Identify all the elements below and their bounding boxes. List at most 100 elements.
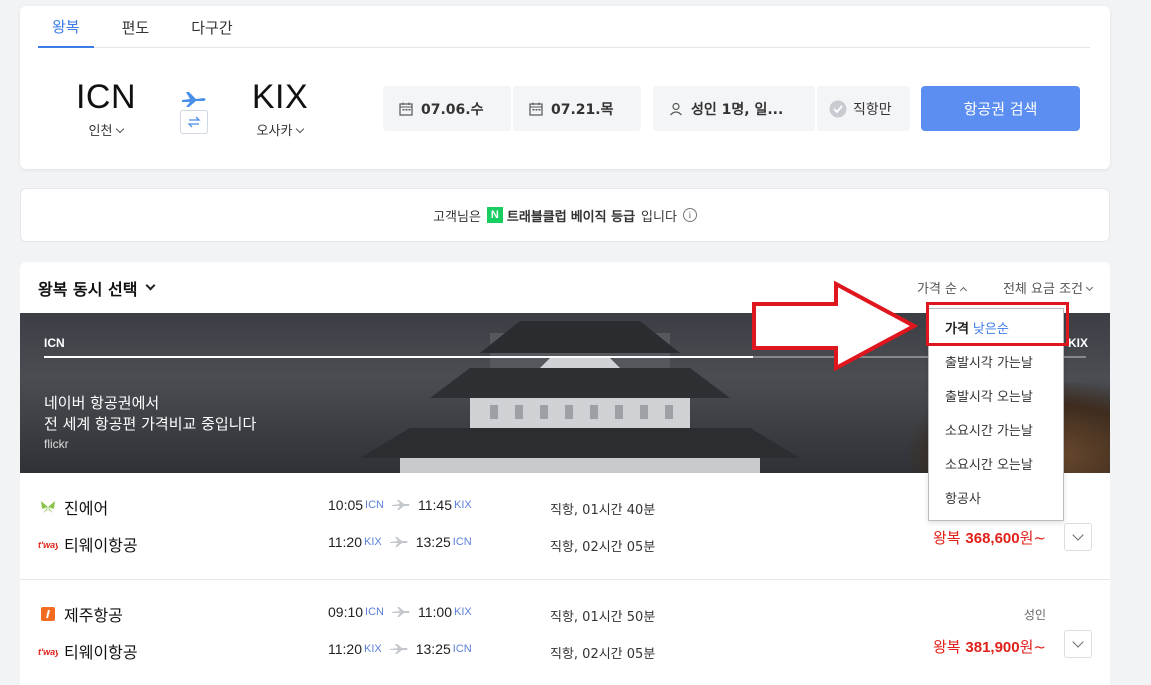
tway-logo: t'way bbox=[38, 644, 58, 658]
flight-result-row[interactable]: 제주항공 09:10 ICN 11:00 KIX 직항, 01시간 50분 t'wa… bbox=[20, 580, 1110, 685]
jinair-logo bbox=[38, 500, 58, 514]
airline: 진에어 bbox=[38, 495, 108, 519]
origin-city: 인천 bbox=[88, 124, 113, 139]
flight-times: 11:20 KIX 13:25 ICN bbox=[328, 641, 472, 657]
annotation-highlight-box bbox=[926, 302, 1069, 346]
price-amount: 381,900 bbox=[965, 639, 1020, 656]
progress-origin: ICN bbox=[44, 336, 65, 350]
round-trip-select-toggle[interactable]: 왕복 동시 선택 bbox=[38, 276, 156, 300]
search-progress-fill bbox=[44, 356, 753, 358]
tab-round-trip[interactable]: 왕복 bbox=[38, 6, 94, 48]
return-date: 07.21.목 bbox=[551, 101, 614, 118]
flight-duration: 직항, 02시간 05분 bbox=[550, 647, 656, 662]
flight-duration: 직항, 01시간 50분 bbox=[550, 610, 656, 625]
chevron-down-icon bbox=[1072, 636, 1084, 648]
search-card: 왕복 편도 다구간 ICN 인천 KIX 오사카 07.06.수 07.21.목… bbox=[20, 6, 1110, 169]
swap-icon bbox=[187, 116, 201, 128]
departure-time: 11:20 bbox=[328, 534, 362, 550]
expand-details-button[interactable] bbox=[1064, 523, 1092, 551]
fare-price: 왕복 381,900원~ bbox=[933, 636, 1046, 657]
destination-airport[interactable]: KIX 오사카 bbox=[230, 78, 330, 139]
flight-times: 11:20 KIX 13:25 ICN bbox=[328, 534, 472, 550]
photo-credit: flickr bbox=[44, 437, 69, 451]
flight-duration: 직항, 02시간 05분 bbox=[550, 540, 656, 555]
grade-prefix: 고객님은 bbox=[433, 209, 481, 225]
calendar-icon bbox=[399, 102, 413, 116]
tab-multi-city[interactable]: 다구간 bbox=[177, 6, 246, 48]
sort-option-duration-outbound[interactable]: 소요시간 가는날 bbox=[929, 412, 1063, 446]
airline: t'way 티웨이항공 bbox=[38, 639, 138, 663]
departure-airport: KIX bbox=[364, 536, 382, 548]
destination-code: KIX bbox=[251, 78, 309, 116]
tway-logo: t'way bbox=[38, 537, 58, 551]
chevron-down-icon bbox=[1072, 529, 1084, 541]
expand-details-button[interactable] bbox=[1064, 630, 1092, 658]
naver-n-icon: N bbox=[486, 207, 503, 223]
swap-airports-button[interactable] bbox=[180, 110, 208, 134]
svg-text:t'way: t'way bbox=[38, 540, 58, 550]
price-unit: 원~ bbox=[1019, 529, 1046, 547]
departure-airport: KIX bbox=[364, 643, 382, 655]
passengers-field[interactable]: 성인 1명, 일... bbox=[653, 86, 815, 131]
arrival-time: 13:25 bbox=[415, 534, 451, 550]
sort-label: 가격 순 bbox=[916, 282, 957, 297]
origin-code: ICN bbox=[75, 78, 137, 116]
airline-name: 진에어 bbox=[64, 499, 109, 518]
origin-airport[interactable]: ICN 인천 bbox=[56, 78, 156, 139]
progress-message-line2: 전 세계 항공편 가격비교 중입니다 bbox=[44, 415, 257, 433]
arrival-airport: KIX bbox=[454, 499, 472, 511]
airplane-icon bbox=[182, 92, 206, 107]
flight-times: 10:05 ICN 11:45 KIX bbox=[328, 497, 472, 513]
search-flights-button[interactable]: 항공권 검색 bbox=[921, 86, 1080, 131]
airline: 제주항공 bbox=[38, 602, 123, 626]
grade-suffix: 입니다 bbox=[641, 209, 677, 225]
annotation-arrow-icon bbox=[752, 280, 919, 372]
plane-arrow-icon bbox=[392, 607, 410, 617]
arrival-airport: ICN bbox=[452, 643, 472, 655]
chevron-up-icon bbox=[959, 286, 968, 295]
sort-option-departure-outbound[interactable]: 출발시각 가는날 bbox=[929, 344, 1063, 378]
jejuair-logo bbox=[38, 607, 58, 621]
plane-arrow-icon bbox=[389, 537, 408, 547]
arrival-time: 11:45 bbox=[418, 497, 452, 513]
plane-arrow-icon bbox=[389, 644, 408, 654]
progress-message-line1: 네이버 항공권에서 bbox=[44, 394, 160, 412]
direct-only-toggle[interactable]: 직항만 bbox=[817, 86, 910, 131]
sort-option-duration-return[interactable]: 소요시간 오는날 bbox=[929, 446, 1063, 480]
fare-price: 왕복 368,600원~ bbox=[933, 527, 1046, 548]
destination-city-select[interactable]: 오사카 bbox=[230, 120, 330, 139]
departure-airport: ICN bbox=[365, 606, 384, 618]
airline-name: 제주항공 bbox=[64, 606, 123, 625]
departure-time: 10:05 bbox=[328, 497, 364, 513]
airline-name: 티웨이항공 bbox=[64, 536, 138, 555]
price-unit: 원~ bbox=[1019, 638, 1046, 656]
departure-date-field[interactable]: 07.06.수 bbox=[383, 86, 511, 131]
passengers-summary: 성인 1명, 일... bbox=[691, 101, 784, 118]
chevron-down-icon bbox=[146, 280, 156, 290]
arrival-airport: ICN bbox=[452, 536, 472, 548]
chevron-down-icon bbox=[296, 124, 305, 134]
return-date-field[interactable]: 07.21.목 bbox=[513, 86, 641, 131]
sort-dropdown[interactable]: 가격 순 bbox=[916, 278, 968, 297]
airline: t'way 티웨이항공 bbox=[38, 532, 138, 556]
origin-city-select[interactable]: 인천 bbox=[56, 120, 156, 139]
flight-duration: 직항, 01시간 40분 bbox=[550, 503, 656, 518]
svg-text:t'way: t'way bbox=[38, 647, 58, 657]
membership-grade-banner: 고객님은 N 트래블클럽 베이직 등급 입니다 i bbox=[20, 188, 1110, 242]
departure-time: 09:10 bbox=[328, 604, 364, 620]
sort-option-airline[interactable]: 항공사 bbox=[929, 480, 1063, 514]
grade-name: 베이직 등급 bbox=[570, 209, 636, 225]
chevron-down-icon bbox=[1085, 283, 1094, 292]
departure-date: 07.06.수 bbox=[421, 101, 484, 118]
airline-name: 티웨이항공 bbox=[64, 643, 138, 662]
sort-option-departure-return[interactable]: 출발시각 오는날 bbox=[929, 378, 1063, 412]
trip-type-tabs: 왕복 편도 다구간 bbox=[38, 6, 1090, 48]
chevron-down-icon bbox=[116, 124, 125, 134]
tab-one-way[interactable]: 편도 bbox=[108, 6, 164, 48]
info-icon[interactable]: i bbox=[682, 208, 697, 222]
departure-time: 11:20 bbox=[328, 641, 362, 657]
results-title: 왕복 동시 선택 bbox=[38, 280, 138, 299]
person-icon bbox=[670, 102, 682, 115]
fare-filter-dropdown[interactable]: 전체 요금 조건 bbox=[1003, 278, 1094, 297]
check-circle-icon bbox=[829, 100, 847, 117]
